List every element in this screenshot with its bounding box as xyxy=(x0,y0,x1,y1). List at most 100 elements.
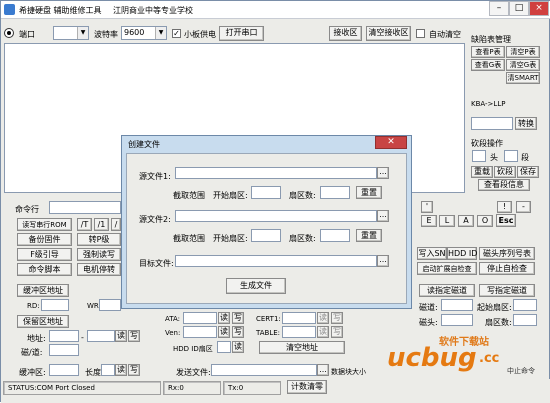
save-button[interactable]: 保存 xyxy=(517,166,539,178)
table-label: TABLE: xyxy=(256,329,281,337)
wr-input[interactable] xyxy=(99,299,121,311)
t-button[interactable]: /T xyxy=(77,218,92,231)
table-read-button[interactable]: 读 xyxy=(317,326,329,338)
generate-file-button[interactable]: 生成文件 xyxy=(226,278,286,294)
stop-check-button[interactable]: 停止自检查 xyxy=(479,262,535,275)
src1-input[interactable] xyxy=(175,167,377,179)
head-input[interactable] xyxy=(472,150,486,162)
cert-read-button[interactable]: 读 xyxy=(317,312,329,324)
key-quote-button[interactable]: ' xyxy=(421,201,433,213)
src2-browse-button[interactable]: ... xyxy=(377,210,389,222)
buffer-write-button[interactable]: 写 xyxy=(128,364,140,376)
head-num-input[interactable] xyxy=(441,314,473,326)
port-select[interactable]: ▼ xyxy=(53,26,89,40)
close-button[interactable]: × xyxy=(529,1,549,16)
backup-fw-button[interactable]: 备份固件 xyxy=(17,233,72,246)
reload-button[interactable]: 重载 xyxy=(471,166,493,178)
clear-g-button[interactable]: 清空G表 xyxy=(506,59,540,71)
receive-area-button[interactable]: 接收区 xyxy=(329,26,362,41)
motor-stop-button[interactable]: 电机停转 xyxy=(77,263,121,276)
key-e-button[interactable]: E xyxy=(421,215,437,227)
view-g-button[interactable]: 查看G表 xyxy=(471,59,505,71)
hdd-id-read-button[interactable]: 读 xyxy=(232,341,244,353)
cmd-script-button[interactable]: 命令脚本 xyxy=(17,263,72,276)
clear-count-button[interactable]: 计数清零 xyxy=(287,380,327,394)
view-seg-info-button[interactable]: 查看段信息 xyxy=(478,179,530,191)
sector-count-input-2[interactable] xyxy=(320,229,350,242)
ata-input[interactable] xyxy=(183,312,217,324)
table-write-button[interactable]: 写 xyxy=(331,326,343,338)
start-sector-input-1[interactable] xyxy=(251,186,281,199)
target-input[interactable] xyxy=(175,255,377,267)
send-file-input[interactable] xyxy=(211,364,317,376)
clear-addr-button[interactable]: 清空地址 xyxy=(259,341,345,354)
board-power-checkbox[interactable]: ✓ xyxy=(172,29,181,38)
kba-input[interactable] xyxy=(471,117,513,130)
ata-write-button[interactable]: 写 xyxy=(232,312,244,324)
reset-button-1[interactable]: 重置 xyxy=(356,186,382,199)
clear-smart-button[interactable]: 清SMART xyxy=(506,72,540,84)
cert-input[interactable] xyxy=(282,312,316,324)
buffer-addr-button[interactable]: 缓冲区地址 xyxy=(17,284,69,297)
hdd-id-input[interactable] xyxy=(217,341,231,353)
key-excl-button[interactable]: ! xyxy=(497,201,512,213)
address-end-input[interactable] xyxy=(87,330,115,342)
key-dash-button[interactable]: - xyxy=(516,201,531,213)
table-input[interactable] xyxy=(282,326,316,338)
baud-select[interactable]: 9600 ▼ xyxy=(121,26,167,40)
radio-icon[interactable] xyxy=(4,28,14,38)
read-button[interactable]: 读 xyxy=(115,330,127,342)
start-sector-input[interactable] xyxy=(513,299,537,311)
auto-ext-button[interactable]: 启动扩展自检查 xyxy=(417,262,477,275)
address-start-input[interactable] xyxy=(49,330,79,342)
buffer-read-button[interactable]: 读 xyxy=(115,364,127,376)
send-file-browse-button[interactable]: ... xyxy=(317,364,329,376)
reserved-addr-button[interactable]: 保留区地址 xyxy=(17,315,69,328)
open-port-button[interactable]: 打开串口 xyxy=(219,26,264,41)
minimize-button[interactable]: – xyxy=(489,1,509,16)
one-button[interactable]: /1 xyxy=(94,218,109,231)
view-p-button[interactable]: 查看P表 xyxy=(471,46,505,58)
ven-read-button[interactable]: 读 xyxy=(218,326,230,338)
f-boot-button[interactable]: F级引导 xyxy=(17,248,72,261)
cut-button[interactable]: 砍段 xyxy=(494,166,516,178)
track-input[interactable] xyxy=(441,299,473,311)
ven-input[interactable] xyxy=(183,326,217,338)
cmd-input[interactable] xyxy=(49,201,121,214)
src1-browse-button[interactable]: ... xyxy=(377,167,389,179)
ata-read-button[interactable]: 读 xyxy=(218,312,230,324)
head-track-input[interactable] xyxy=(49,344,79,356)
sector-count-input[interactable] xyxy=(513,314,537,326)
maximize-button[interactable]: □ xyxy=(509,1,529,16)
ven-write-button[interactable]: 写 xyxy=(232,326,244,338)
write-track-button[interactable]: 写指定磁道 xyxy=(479,284,535,297)
start-sector-input-2[interactable] xyxy=(251,229,281,242)
head-map-button[interactable]: 磁头序列号表 xyxy=(479,247,535,260)
hdd-id-button[interactable]: HDD ID xyxy=(447,247,477,260)
clear-receive-button[interactable]: 清空接收区 xyxy=(366,26,411,41)
to-p-button[interactable]: 转P级 xyxy=(77,233,121,246)
clear-p-button[interactable]: 清空P表 xyxy=(506,46,540,58)
length-input[interactable] xyxy=(101,364,115,376)
target-browse-button[interactable]: ... xyxy=(377,255,389,267)
sector-count-input-1[interactable] xyxy=(320,186,350,199)
key-l-button[interactable]: L xyxy=(439,215,455,227)
auto-clear-checkbox[interactable] xyxy=(416,29,425,38)
write-button[interactable]: 写 xyxy=(128,330,140,342)
force-rw-button[interactable]: 强制读写 xyxy=(77,248,121,261)
dialog-close-button[interactable]: ✕ xyxy=(375,136,407,149)
read-track-button[interactable]: 读指定磁道 xyxy=(419,284,475,297)
src2-input[interactable] xyxy=(175,210,377,222)
write-sn-button[interactable]: 写入SN xyxy=(417,247,447,260)
slash-button[interactable]: / xyxy=(111,218,121,231)
reset-button-2[interactable]: 重置 xyxy=(356,229,382,242)
convert-button[interactable]: 转换 xyxy=(515,117,537,130)
rw-rom-button[interactable]: 读写串行ROM xyxy=(17,218,72,231)
key-a-button[interactable]: A xyxy=(458,215,474,227)
buffer-input[interactable] xyxy=(49,364,79,376)
key-o-button[interactable]: O xyxy=(477,215,493,227)
cert-write-button[interactable]: 写 xyxy=(331,312,343,324)
segment-input[interactable] xyxy=(504,150,518,162)
rd-input[interactable] xyxy=(41,299,69,311)
key-esc-button[interactable]: Esc xyxy=(496,214,516,227)
